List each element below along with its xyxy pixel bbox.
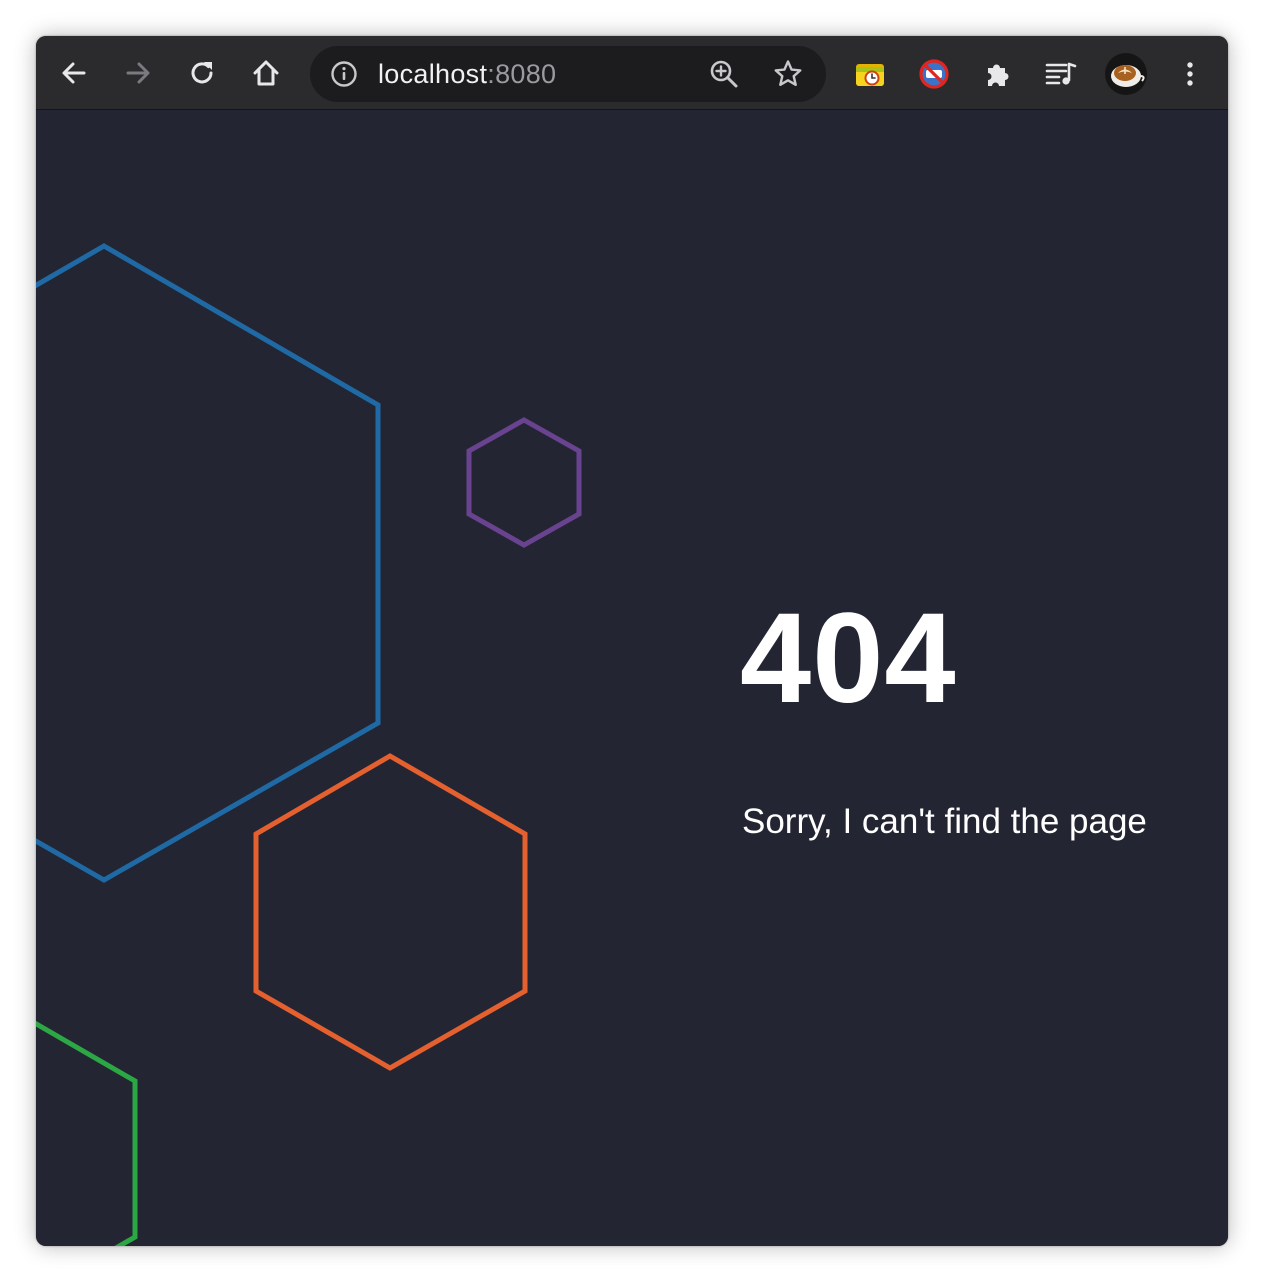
- kebab-menu-icon[interactable]: [1174, 58, 1206, 90]
- info-icon[interactable]: [330, 60, 358, 88]
- zoom-in-icon[interactable]: [708, 58, 740, 90]
- hexagon-purple: [466, 417, 582, 548]
- reload-icon: [191, 62, 213, 84]
- arrow-right-icon: [126, 62, 150, 84]
- arrow-left-icon: [62, 62, 86, 84]
- url-host: localhost: [378, 59, 488, 89]
- hexagon-decoration: [36, 243, 582, 1246]
- error-code: 404: [740, 587, 957, 730]
- page-content: 404 Sorry, I can't find the page: [36, 110, 1228, 1246]
- home-icon: [253, 60, 279, 86]
- folder-clock-icon[interactable]: [854, 58, 886, 90]
- hexagon-orange: [253, 753, 528, 1071]
- address-bar[interactable]: localhost:8080: [310, 46, 826, 102]
- hexagon-green: [36, 1020, 138, 1246]
- browser-toolbar: localhost:8080: [36, 36, 1228, 110]
- back-button[interactable]: [53, 52, 95, 94]
- home-button[interactable]: [245, 52, 287, 94]
- reload-button[interactable]: [181, 52, 223, 94]
- forward-button[interactable]: [117, 52, 159, 94]
- profile-avatar-icon[interactable]: [1104, 52, 1148, 96]
- url-text[interactable]: localhost:8080: [378, 59, 556, 89]
- browser-window: localhost:8080 404 Sorry, I can't find t…: [36, 36, 1228, 1246]
- hexagon-blue: [36, 243, 381, 883]
- url-port: :8080: [487, 59, 557, 89]
- puzzle-icon[interactable]: [982, 58, 1014, 90]
- bookmark-star-icon[interactable]: [772, 58, 804, 90]
- error-message: Sorry, I can't find the page: [742, 802, 1147, 841]
- no-entry-icon[interactable]: [918, 58, 950, 90]
- media-queue-icon[interactable]: [1045, 58, 1077, 90]
